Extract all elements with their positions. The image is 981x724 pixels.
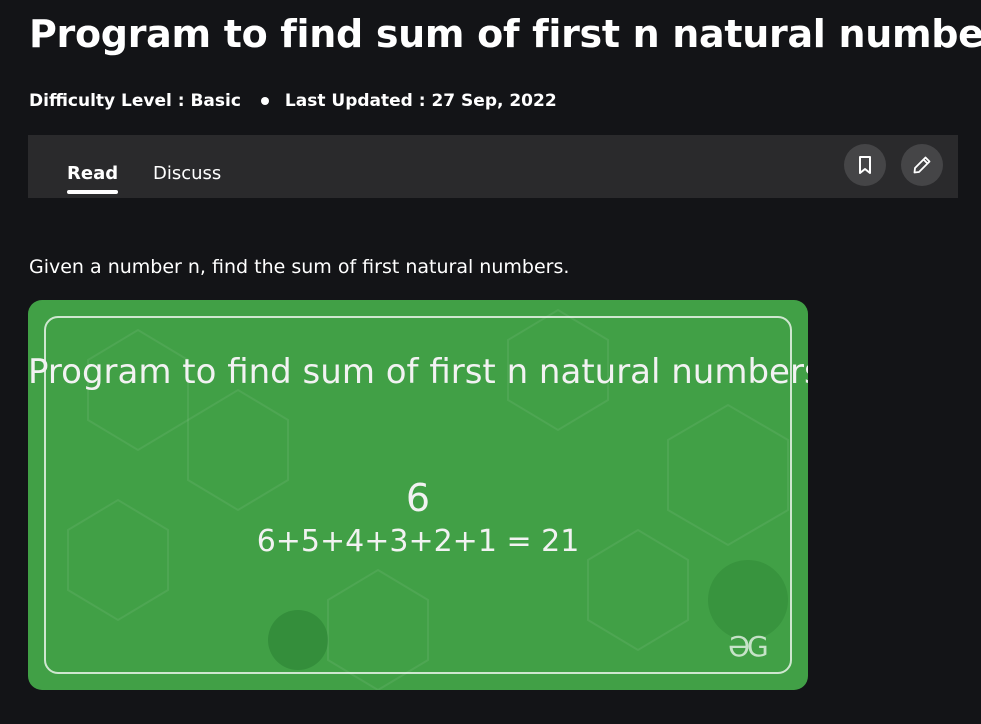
article-banner-image: Program to find sum of first n natural n…	[28, 300, 808, 690]
page-title: Program to find sum of first n natural n…	[29, 12, 981, 56]
article-tab-bar: Read Discuss	[28, 135, 958, 198]
article-page: Program to find sum of first n natural n…	[0, 0, 981, 724]
gfg-logo: ƏG	[728, 630, 769, 663]
banner-title: Program to find sum of first n natural n…	[28, 352, 808, 392]
bookmark-icon	[859, 156, 871, 174]
edit-button[interactable]	[901, 144, 943, 186]
article-meta: Difficulty Level : Basic Last Updated : …	[29, 91, 557, 111]
bookmark-button[interactable]	[844, 144, 886, 186]
article-intro: Given a number n, find the sum of first …	[29, 256, 570, 278]
separator-dot	[260, 97, 269, 105]
last-updated: Last Updated : 27 Sep, 2022	[284, 91, 557, 111]
difficulty-level: Difficulty Level : Basic	[29, 91, 241, 111]
tab-discuss[interactable]: Discuss	[153, 163, 221, 184]
banner-number: 6	[405, 476, 431, 520]
pencil-icon	[913, 156, 931, 174]
banner-equation: 6+5+4+3+2+1 = 21	[256, 524, 580, 559]
tab-read[interactable]: Read	[67, 163, 119, 194]
